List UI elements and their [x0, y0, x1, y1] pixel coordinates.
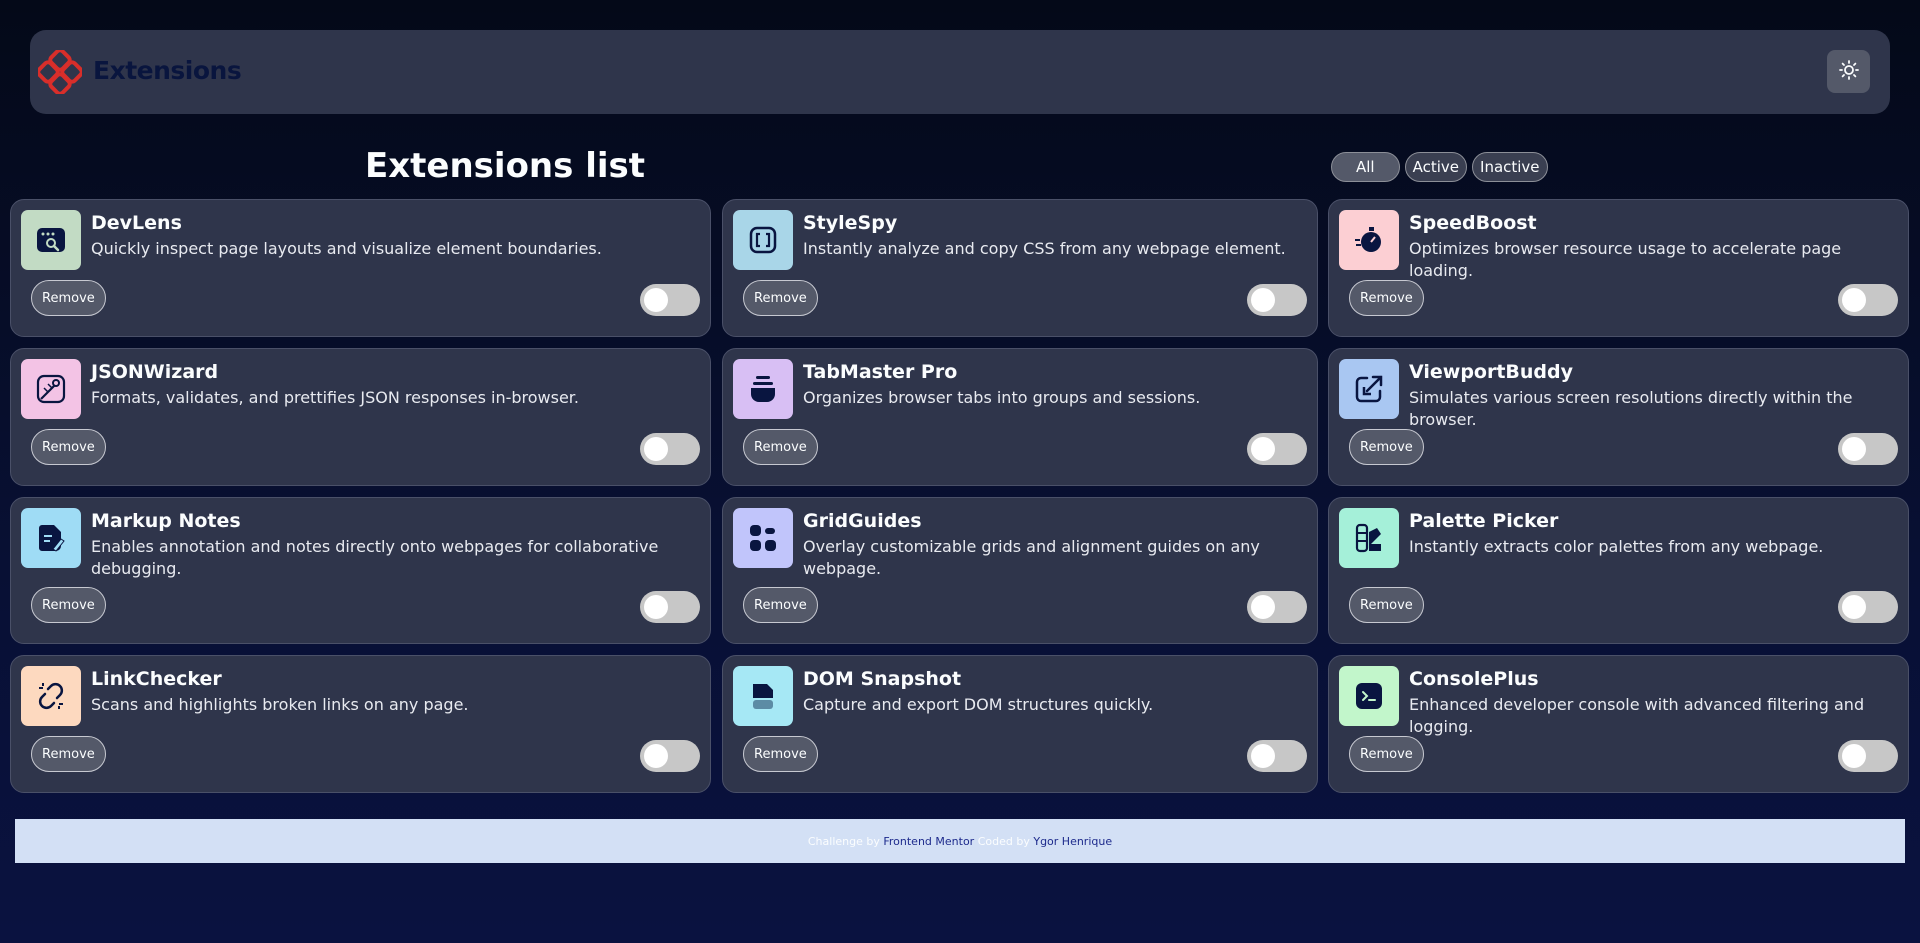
devlens-icon [21, 210, 81, 270]
extension-name: ViewportBuddy [1409, 361, 1574, 383]
active-toggle[interactable] [1247, 591, 1307, 623]
active-toggle[interactable] [1247, 284, 1307, 316]
markup-notes-icon [21, 508, 81, 568]
extension-description: Enables annotation and notes directly on… [91, 537, 659, 578]
filter-active-button[interactable]: Active [1404, 152, 1468, 182]
active-toggle[interactable] [1838, 284, 1898, 316]
coded-by-text: Coded by [977, 834, 1030, 848]
extension-description: Organizes browser tabs into groups and s… [803, 388, 1201, 407]
active-toggle[interactable] [640, 740, 700, 772]
extension-description: Instantly extracts color palettes from a… [1409, 537, 1824, 556]
toggle-knob [644, 744, 668, 768]
toggle-knob [1842, 744, 1866, 768]
remove-button[interactable]: Remove [31, 736, 106, 772]
jsonwizard-icon [21, 359, 81, 419]
toggle-knob [1251, 288, 1275, 312]
extension-name: Palette Picker [1409, 510, 1559, 532]
speedboost-icon [1339, 210, 1399, 270]
extension-name: GridGuides [803, 510, 922, 532]
challenge-text: Challenge by [807, 834, 880, 848]
toggle-knob [1842, 437, 1866, 461]
remove-button[interactable]: Remove [743, 429, 818, 465]
extension-name: LinkChecker [91, 668, 222, 690]
extension-name: DOM Snapshot [803, 668, 962, 690]
remove-button[interactable]: Remove [31, 587, 106, 623]
extension-card: ViewportBuddy Simulates various screen r… [1328, 348, 1909, 486]
remove-button[interactable]: Remove [31, 429, 106, 465]
active-toggle[interactable] [1838, 740, 1898, 772]
toggle-knob [1251, 595, 1275, 619]
extension-card: Markup Notes Enables annotation and note… [10, 497, 711, 644]
remove-button[interactable]: Remove [743, 587, 818, 623]
sun-icon [1838, 59, 1859, 84]
app-header: Extensions [30, 30, 1890, 114]
toggle-knob [1251, 437, 1275, 461]
remove-button[interactable]: Remove [743, 736, 818, 772]
filter-all-button[interactable]: All [1331, 152, 1400, 182]
extension-description: Capture and export DOM structures quickl… [803, 695, 1154, 714]
dom-snapshot-icon [733, 666, 793, 726]
active-toggle[interactable] [1838, 591, 1898, 623]
active-toggle[interactable] [1247, 740, 1307, 772]
filter-inactive-button[interactable]: Inactive [1472, 152, 1548, 182]
page-title: Extensions list [365, 146, 646, 186]
active-toggle[interactable] [1838, 433, 1898, 465]
toggle-knob [644, 595, 668, 619]
active-toggle[interactable] [1247, 433, 1307, 465]
linkchecker-icon [21, 666, 81, 726]
remove-button[interactable]: Remove [31, 280, 106, 316]
frontend-mentor-link[interactable]: Frontend Mentor [883, 835, 974, 848]
extension-card: ConsolePlus Enhanced developer console w… [1328, 655, 1909, 793]
extension-description: Instantly analyze and copy CSS from any … [803, 239, 1286, 258]
toggle-knob [1251, 744, 1275, 768]
extension-card: DevLens Quickly inspect page layouts and… [10, 199, 711, 337]
extension-name: TabMaster Pro [803, 361, 958, 383]
extension-description: Formats, validates, and prettifies JSON … [91, 388, 579, 407]
theme-toggle-button[interactable] [1827, 50, 1870, 93]
active-toggle[interactable] [640, 433, 700, 465]
extension-name: DevLens [91, 212, 182, 234]
extension-card: TabMaster Pro Organizes browser tabs int… [722, 348, 1318, 486]
active-toggle[interactable] [640, 591, 700, 623]
filter-group: All Active Inactive [1331, 152, 1548, 182]
extension-description: Optimizes browser resource usage to acce… [1409, 239, 1842, 280]
extension-name: SpeedBoost [1409, 212, 1537, 234]
extension-name: JSONWizard [91, 361, 219, 383]
toggle-knob [644, 437, 668, 461]
extension-name: ConsolePlus [1409, 668, 1539, 690]
stylespy-icon [733, 210, 793, 270]
toggle-knob [1842, 595, 1866, 619]
remove-button[interactable]: Remove [1349, 736, 1424, 772]
extension-card: SpeedBoost Optimizes browser resource us… [1328, 199, 1909, 337]
gridguides-icon [733, 508, 793, 568]
extension-card: LinkChecker Scans and highlights broken … [10, 655, 711, 793]
active-toggle[interactable] [640, 284, 700, 316]
logo-text: Extensions [93, 56, 242, 85]
tabmaster-icon [733, 359, 793, 419]
extension-card: Palette Picker Instantly extracts color … [1328, 497, 1909, 644]
remove-button[interactable]: Remove [1349, 429, 1424, 465]
extension-card: GridGuides Overlay customizable grids an… [722, 497, 1318, 644]
attribution-footer: Challenge by Frontend Mentor Coded by Yg… [15, 819, 1905, 863]
extension-name: Markup Notes [91, 510, 241, 532]
viewportbuddy-icon [1339, 359, 1399, 419]
remove-button[interactable]: Remove [743, 280, 818, 316]
extension-description: Quickly inspect page layouts and visuali… [91, 239, 602, 258]
extension-name: StyleSpy [803, 212, 898, 234]
author-link[interactable]: Ygor Henrique [1033, 835, 1112, 848]
remove-button[interactable]: Remove [1349, 280, 1424, 316]
extension-description: Scans and highlights broken links on any… [91, 695, 469, 714]
extension-card: JSONWizard Formats, validates, and prett… [10, 348, 711, 486]
extension-description: Enhanced developer console with advanced… [1409, 695, 1865, 736]
extensions-logo-icon [36, 48, 84, 96]
toggle-knob [1842, 288, 1866, 312]
palette-picker-icon [1339, 508, 1399, 568]
extension-description: Simulates various screen resolutions dir… [1409, 388, 1853, 429]
extension-description: Overlay customizable grids and alignment… [803, 537, 1260, 578]
remove-button[interactable]: Remove [1349, 587, 1424, 623]
extension-card: StyleSpy Instantly analyze and copy CSS … [722, 199, 1318, 337]
consoleplus-icon [1339, 666, 1399, 726]
toggle-knob [644, 288, 668, 312]
extension-card: DOM Snapshot Capture and export DOM stru… [722, 655, 1318, 793]
